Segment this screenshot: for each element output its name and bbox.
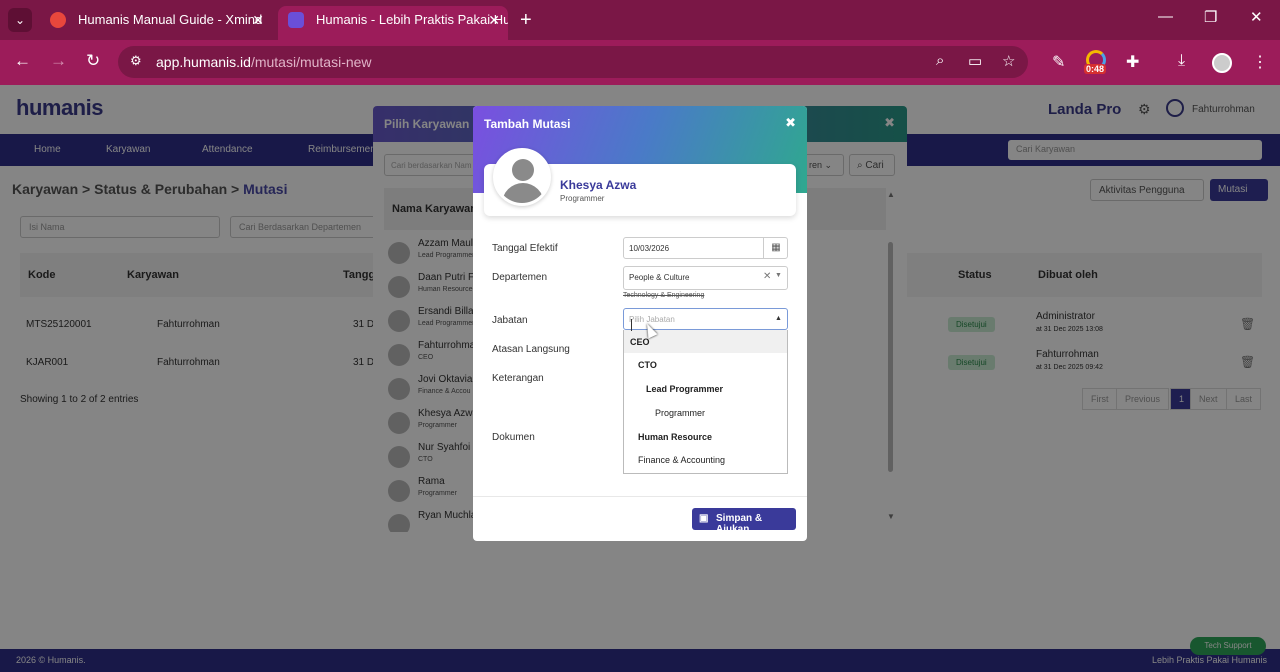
tanggal-efektif-label: Tanggal Efektif (492, 243, 558, 254)
employee-photo-avatar (493, 148, 551, 206)
departemen-value: People & Culture (629, 273, 690, 282)
previous-departemen: Technology & Engineering (623, 292, 705, 299)
divider (473, 496, 807, 497)
text-caret (631, 319, 632, 331)
more-menu-icon[interactable]: ⋮ (1252, 52, 1268, 72)
extensions-puzzle-icon[interactable]: ✚ (1126, 52, 1139, 72)
jabatan-option[interactable]: Lead Programmer (624, 377, 787, 400)
zoom-icon[interactable]: ⌕ (936, 52, 944, 69)
tab-search-chevron-icon[interactable]: ⌄ (8, 8, 32, 32)
calendar-icon[interactable]: ▦ (763, 237, 788, 259)
install-app-icon[interactable]: ▭ (968, 52, 982, 70)
employee-name: Khesya Azwa (560, 178, 637, 192)
reload-icon[interactable]: ↻ (86, 51, 100, 71)
atasan-label: Atasan Langsung (492, 344, 570, 355)
jabatan-dropdown: CEO CTO Lead Programmer Programmer Human… (623, 330, 788, 474)
departemen-select[interactable]: People & Culture ✕ ▼ (623, 266, 788, 290)
jabatan-option[interactable]: CTO (624, 353, 787, 376)
close-icon[interactable]: ✖ (785, 115, 796, 131)
minimize-icon[interactable]: — (1158, 8, 1173, 25)
keterangan-label: Keterangan (492, 373, 544, 384)
humanis-favicon-icon (288, 12, 304, 28)
timer-extension-icon[interactable]: 0:48 (1084, 50, 1108, 74)
tab-title: Humanis Manual Guide - Xmind (78, 12, 263, 27)
dokumen-label: Dokumen (492, 432, 535, 443)
browser-tab-strip: ⌄ Humanis Manual Guide - Xmind ✕ Humanis… (0, 0, 1280, 40)
xmind-favicon-icon (50, 12, 66, 28)
download-icon[interactable]: ⤓ (1178, 52, 1185, 70)
departemen-label: Departemen (492, 272, 548, 283)
jabatan-label: Jabatan (492, 315, 528, 326)
restore-icon[interactable]: ❐ (1204, 8, 1217, 26)
jabatan-option[interactable]: Programmer (624, 401, 787, 424)
chevron-down-icon[interactable]: ▼ (775, 272, 782, 279)
browser-tab-humanis[interactable]: Humanis - Lebih Praktis Pakai Humanis ✕ (278, 6, 508, 40)
save-disk-icon: ▣ (699, 513, 709, 524)
site-settings-icon[interactable]: ⚙ (130, 53, 142, 69)
save-submit-button[interactable]: ▣ Simpan & Ajukan (692, 508, 796, 535)
timer-badge: 0:48 (1084, 64, 1107, 74)
profile-avatar-icon[interactable] (1212, 53, 1232, 73)
bookmark-star-icon[interactable]: ☆ (1002, 52, 1015, 70)
browser-tab-manual-guide[interactable]: Humanis Manual Guide - Xmind ✕ (40, 6, 272, 40)
chevron-up-icon[interactable]: ▲ (775, 315, 782, 322)
back-arrow-icon[interactable]: ← (14, 51, 31, 71)
modal-title: Tambah Mutasi (484, 117, 571, 131)
address-bar[interactable]: ⚙ app.humanis.id/mutasi/mutasi-new ⌕ ▭ ☆ (118, 46, 1028, 78)
jabatan-option[interactable]: Human Resource (624, 425, 787, 448)
url-text: app.humanis.id/mutasi/mutasi-new (156, 54, 372, 70)
clear-icon[interactable]: ✕ (763, 271, 771, 282)
new-tab-plus-icon[interactable]: + (520, 8, 532, 32)
close-icon[interactable]: ✕ (252, 6, 264, 34)
jabatan-option[interactable]: Finance & Accounting (624, 448, 787, 471)
close-icon[interactable]: ✕ (488, 6, 500, 34)
forward-arrow-icon[interactable]: → (50, 51, 67, 71)
employee-role: Programmer (560, 194, 605, 203)
tambah-mutasi-modal: Tambah Mutasi ✖ Khesya Azwa Programmer T… (473, 106, 807, 541)
window-close-icon[interactable]: ✕ (1250, 8, 1263, 26)
extension-feather-icon[interactable]: ✎ (1052, 52, 1065, 72)
tab-title: Humanis - Lebih Praktis Pakai Humanis (316, 12, 508, 27)
